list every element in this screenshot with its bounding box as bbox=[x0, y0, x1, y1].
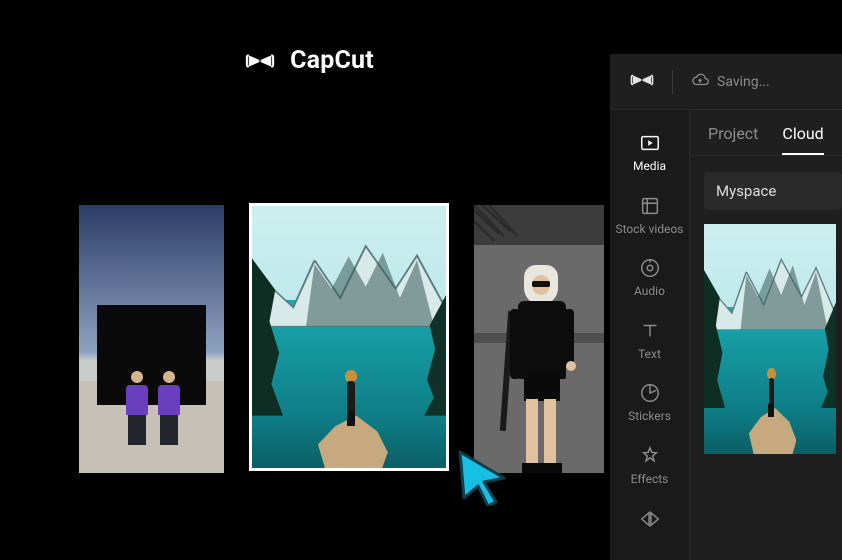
audio-icon bbox=[639, 257, 661, 279]
promo-stage: CapCut bbox=[34, 0, 582, 560]
brand-name: CapCut bbox=[290, 46, 374, 75]
main-panel: Project Cloud Myspace bbox=[690, 110, 842, 560]
space-dropdown[interactable]: Myspace bbox=[704, 172, 842, 210]
media-icon bbox=[639, 132, 661, 154]
media-thumb-row bbox=[79, 205, 604, 473]
media-thumb-selected[interactable] bbox=[249, 203, 449, 471]
media-thumb[interactable] bbox=[79, 205, 224, 473]
siderail-stock-videos[interactable]: Stock videos bbox=[614, 185, 686, 248]
media-thumb[interactable] bbox=[474, 205, 604, 473]
stage-header: CapCut bbox=[34, 46, 582, 75]
siderail-transition[interactable] bbox=[614, 498, 686, 548]
save-status-text: Saving... bbox=[717, 74, 770, 90]
capcut-logo-icon[interactable] bbox=[630, 68, 654, 96]
siderail-audio[interactable]: Audio bbox=[614, 247, 686, 310]
stickers-icon bbox=[639, 382, 661, 404]
siderail-stickers[interactable]: Stickers bbox=[614, 372, 686, 435]
save-status: Saving... bbox=[691, 71, 770, 93]
capcut-logo-icon bbox=[242, 47, 278, 75]
tab-cloud[interactable]: Cloud bbox=[782, 124, 823, 155]
editor-window: Saving... Media Stock videos Audio Text … bbox=[609, 54, 842, 560]
effects-icon bbox=[639, 445, 661, 467]
cloud-upload-icon bbox=[691, 71, 709, 93]
tab-project[interactable]: Project bbox=[708, 124, 758, 155]
space-dropdown-value: Myspace bbox=[716, 182, 776, 200]
divider bbox=[672, 70, 673, 94]
transition-icon bbox=[639, 508, 661, 530]
cloud-clip-thumb[interactable] bbox=[704, 224, 836, 454]
editor-topbar: Saving... bbox=[610, 54, 842, 110]
siderail-media[interactable]: Media bbox=[614, 122, 686, 185]
siderail-effects[interactable]: Effects bbox=[614, 435, 686, 498]
siderail: Media Stock videos Audio Text Stickers E… bbox=[610, 110, 690, 560]
text-icon bbox=[639, 320, 661, 342]
siderail-text[interactable]: Text bbox=[614, 310, 686, 373]
stock-videos-icon bbox=[639, 195, 661, 217]
tabs: Project Cloud bbox=[690, 110, 842, 155]
